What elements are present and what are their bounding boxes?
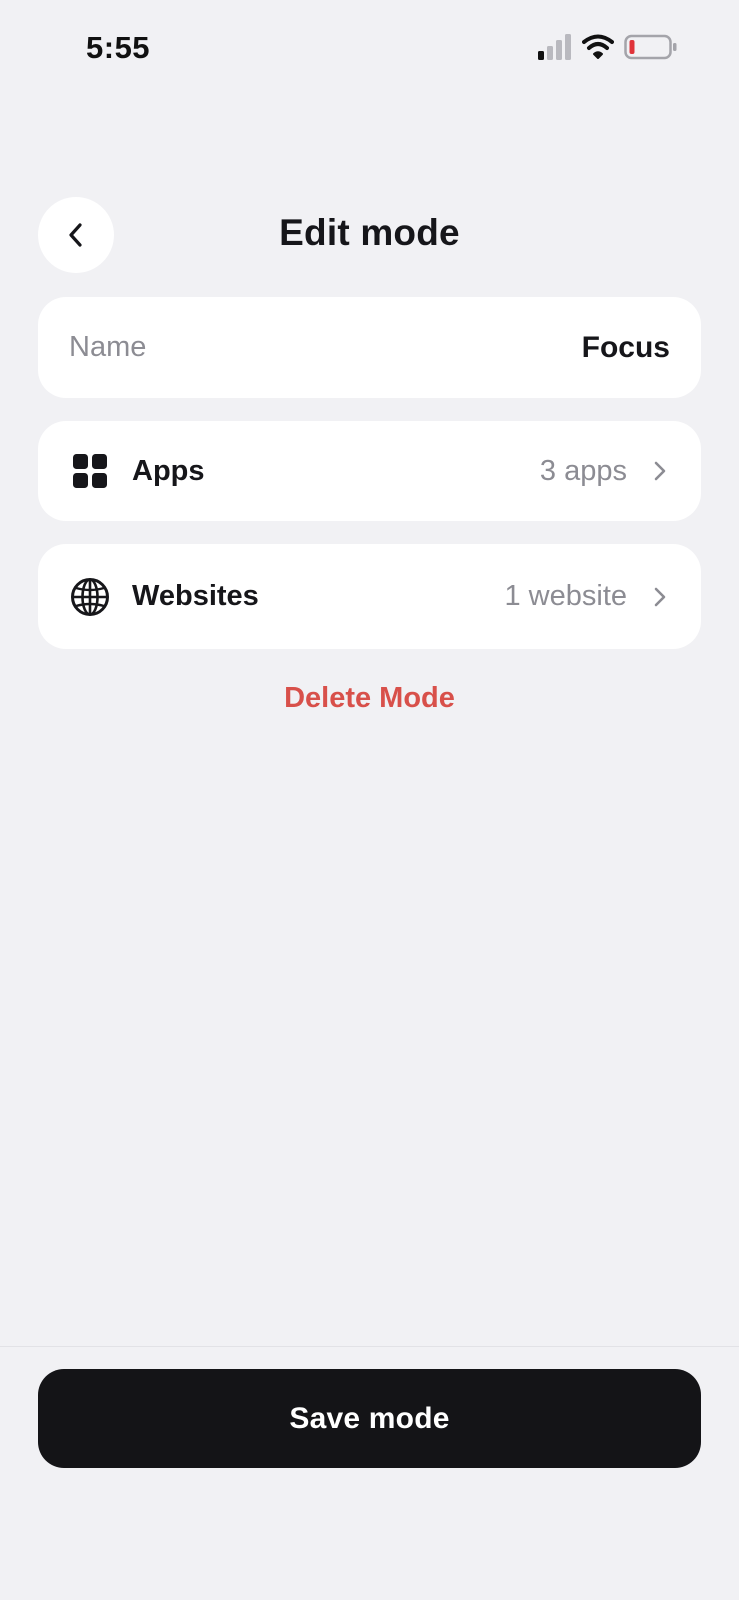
delete-mode-button[interactable]: Delete Mode bbox=[0, 682, 739, 715]
websites-count: 1 website bbox=[504, 580, 627, 612]
websites-row[interactable]: Websites 1 website bbox=[38, 544, 701, 649]
globe-icon bbox=[70, 577, 110, 617]
apps-row[interactable]: Apps 3 apps bbox=[38, 421, 701, 521]
apps-label: Apps bbox=[132, 454, 205, 487]
name-field[interactable]: Name Focus bbox=[38, 297, 701, 398]
status-icons bbox=[538, 34, 698, 64]
bottom-divider bbox=[0, 1346, 739, 1347]
page-title: Edit mode bbox=[279, 212, 460, 253]
websites-label: Websites bbox=[132, 580, 259, 612]
status-time: 5:55 bbox=[86, 30, 151, 65]
name-value[interactable]: Focus bbox=[582, 331, 670, 365]
signal-icon bbox=[538, 34, 571, 60]
name-label: Name bbox=[69, 331, 147, 363]
wifi-icon bbox=[582, 34, 614, 59]
edit-mode-screen: 5:55 Edit mode Name Focus Apps 3 apps We… bbox=[0, 0, 739, 1600]
apps-count: 3 apps bbox=[539, 454, 627, 487]
grid-icon bbox=[70, 451, 110, 491]
battery-icon bbox=[624, 34, 677, 60]
chevron-right-icon bbox=[653, 459, 671, 483]
chevron-right-icon bbox=[653, 585, 671, 609]
save-mode-button[interactable]: Save mode bbox=[38, 1369, 701, 1468]
